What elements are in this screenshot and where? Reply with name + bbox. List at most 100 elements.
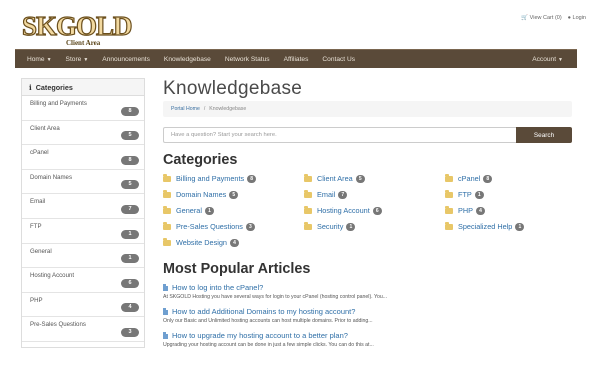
brand-logo[interactable]: SKGOLD Client Area: [21, 10, 133, 47]
breadcrumb-separator: /: [203, 106, 206, 112]
folder-icon: [445, 222, 453, 230]
category-security[interactable]: Security 1: [304, 222, 356, 231]
sidebar-header: ℹ Categories: [22, 79, 144, 96]
sidebar-item-ftp[interactable]: FTP 1: [22, 219, 144, 244]
nav-knowledgebase[interactable]: Knowledgebase: [157, 56, 218, 63]
category-general[interactable]: General 1: [163, 206, 214, 215]
article-snippet: Upgrading your hosting account can be do…: [163, 342, 374, 348]
nav-network-status[interactable]: Network Status: [218, 56, 277, 63]
count-badge: 1: [204, 206, 214, 215]
count-badge: 6: [121, 278, 139, 288]
article-link[interactable]: How to log into the cPanel?: [163, 283, 583, 292]
top-links: 🛒 View Cart (0) ● Login: [521, 15, 586, 21]
count-badge: 4: [229, 238, 239, 247]
sidebar-item-pre-sales[interactable]: Pre-Sales Questions 3: [22, 317, 144, 342]
count-badge: 6: [372, 206, 382, 215]
folder-icon: [304, 174, 312, 182]
category-hosting-account[interactable]: Hosting Account 6: [304, 206, 382, 215]
count-badge: 4: [121, 303, 139, 313]
sidebar-item-client-area[interactable]: Client Area 5: [22, 121, 144, 146]
category-website-design[interactable]: Website Design 4: [163, 238, 239, 247]
sidebar-item-cpanel[interactable]: cPanel 8: [22, 145, 144, 170]
category-billing[interactable]: Billing and Payments 8: [163, 174, 257, 183]
caret-down-icon: ▼: [83, 56, 89, 63]
article-link[interactable]: How to upgrade my hosting account to a b…: [163, 331, 583, 340]
nav-announcements[interactable]: Announcements: [95, 56, 157, 63]
breadcrumb-current: Knowledgebase: [209, 106, 247, 112]
categories-heading: Categories: [163, 152, 238, 168]
user-icon: ●: [567, 15, 571, 21]
sidebar-item-hosting-account[interactable]: Hosting Account 6: [22, 268, 144, 293]
category-cpanel[interactable]: cPanel 8: [445, 174, 493, 183]
sidebar-item-email[interactable]: Email 7: [22, 194, 144, 219]
article-item: How to upgrade my hosting account to a b…: [163, 331, 583, 348]
nav-account[interactable]: Account ▼: [525, 56, 577, 63]
article-item: How to log into the cPanel? At SKGOLD Ho…: [163, 283, 583, 300]
folder-icon: [163, 206, 171, 214]
sidebar-categories: ℹ Categories Billing and Payments 8 Clien…: [21, 78, 145, 348]
category-client-area[interactable]: Client Area 5: [304, 174, 365, 183]
info-icon: ℹ: [29, 82, 32, 92]
caret-down-icon: ▼: [46, 56, 52, 63]
article-snippet: Only our Basic and Unlimited hosting acc…: [163, 318, 373, 324]
count-badge: 1: [474, 190, 484, 199]
article-snippet: At SKGOLD Hosting you have several ways …: [163, 294, 388, 300]
count-badge: 5: [121, 131, 139, 141]
sidebar-item-domain-names[interactable]: Domain Names 5: [22, 170, 144, 195]
folder-icon: [445, 190, 453, 198]
count-badge: 5: [229, 190, 239, 199]
category-specialized-help[interactable]: Specialized Help 1: [445, 222, 525, 231]
article-link[interactable]: How to add Additional Domains to my host…: [163, 307, 583, 316]
count-badge: 8: [483, 174, 493, 183]
count-badge: 1: [121, 254, 139, 264]
folder-icon: [304, 190, 312, 198]
count-badge: 7: [338, 190, 348, 199]
folder-icon: [304, 206, 312, 214]
nav-contact-us[interactable]: Contact Us: [315, 56, 362, 63]
logo-subtitle: Client Area: [66, 39, 101, 47]
document-icon: [163, 308, 168, 315]
kb-search-input[interactable]: [163, 127, 516, 143]
category-domain-names[interactable]: Domain Names 5: [163, 190, 239, 199]
document-icon: [163, 332, 168, 339]
breadcrumb-home-link[interactable]: Portal Home: [171, 106, 200, 112]
count-badge: 8: [121, 155, 139, 165]
view-cart-link[interactable]: 🛒 View Cart (0): [521, 15, 561, 21]
count-badge: 7: [121, 204, 139, 214]
count-badge: 3: [245, 222, 255, 231]
popular-articles-heading: Most Popular Articles: [163, 261, 311, 277]
count-badge: 1: [515, 222, 525, 231]
search-button[interactable]: Search: [516, 127, 572, 143]
sidebar-item-billing[interactable]: Billing and Payments 8: [22, 96, 144, 121]
nav-affiliates[interactable]: Affiliates: [277, 56, 316, 63]
sidebar-item-general[interactable]: General 1: [22, 244, 144, 269]
count-badge: 8: [247, 174, 257, 183]
sidebar-item-php[interactable]: PHP 4: [22, 293, 144, 318]
count-badge: 4: [476, 206, 486, 215]
count-badge: 1: [346, 222, 356, 231]
login-link[interactable]: ● Login: [568, 15, 586, 21]
nav-store[interactable]: Store ▼: [59, 56, 96, 63]
category-ftp[interactable]: FTP 1: [445, 190, 484, 199]
folder-icon: [163, 238, 171, 246]
folder-icon: [163, 222, 171, 230]
folder-icon: [163, 174, 171, 182]
category-php[interactable]: PHP 4: [445, 206, 486, 215]
folder-icon: [304, 222, 312, 230]
count-badge: 8: [121, 106, 139, 116]
document-icon: [163, 284, 168, 291]
category-pre-sales[interactable]: Pre-Sales Questions 3: [163, 222, 255, 231]
nav-home[interactable]: Home ▼: [15, 56, 59, 63]
folder-icon: [445, 174, 453, 182]
page-title: Knowledgebase: [163, 78, 303, 99]
count-badge: 5: [355, 174, 365, 183]
cart-icon: 🛒: [521, 15, 529, 21]
caret-down-icon: ▼: [558, 56, 563, 63]
category-email[interactable]: Email 7: [304, 190, 348, 199]
sidebar-title: Categories: [35, 82, 73, 92]
count-badge: 5: [121, 180, 139, 190]
article-item: How to add Additional Domains to my host…: [163, 307, 583, 324]
folder-icon: [163, 190, 171, 198]
logo-text: SKGOLD: [21, 10, 133, 41]
main-navbar: Home ▼ Store ▼ Announcements Knowledgebase…: [15, 49, 577, 68]
